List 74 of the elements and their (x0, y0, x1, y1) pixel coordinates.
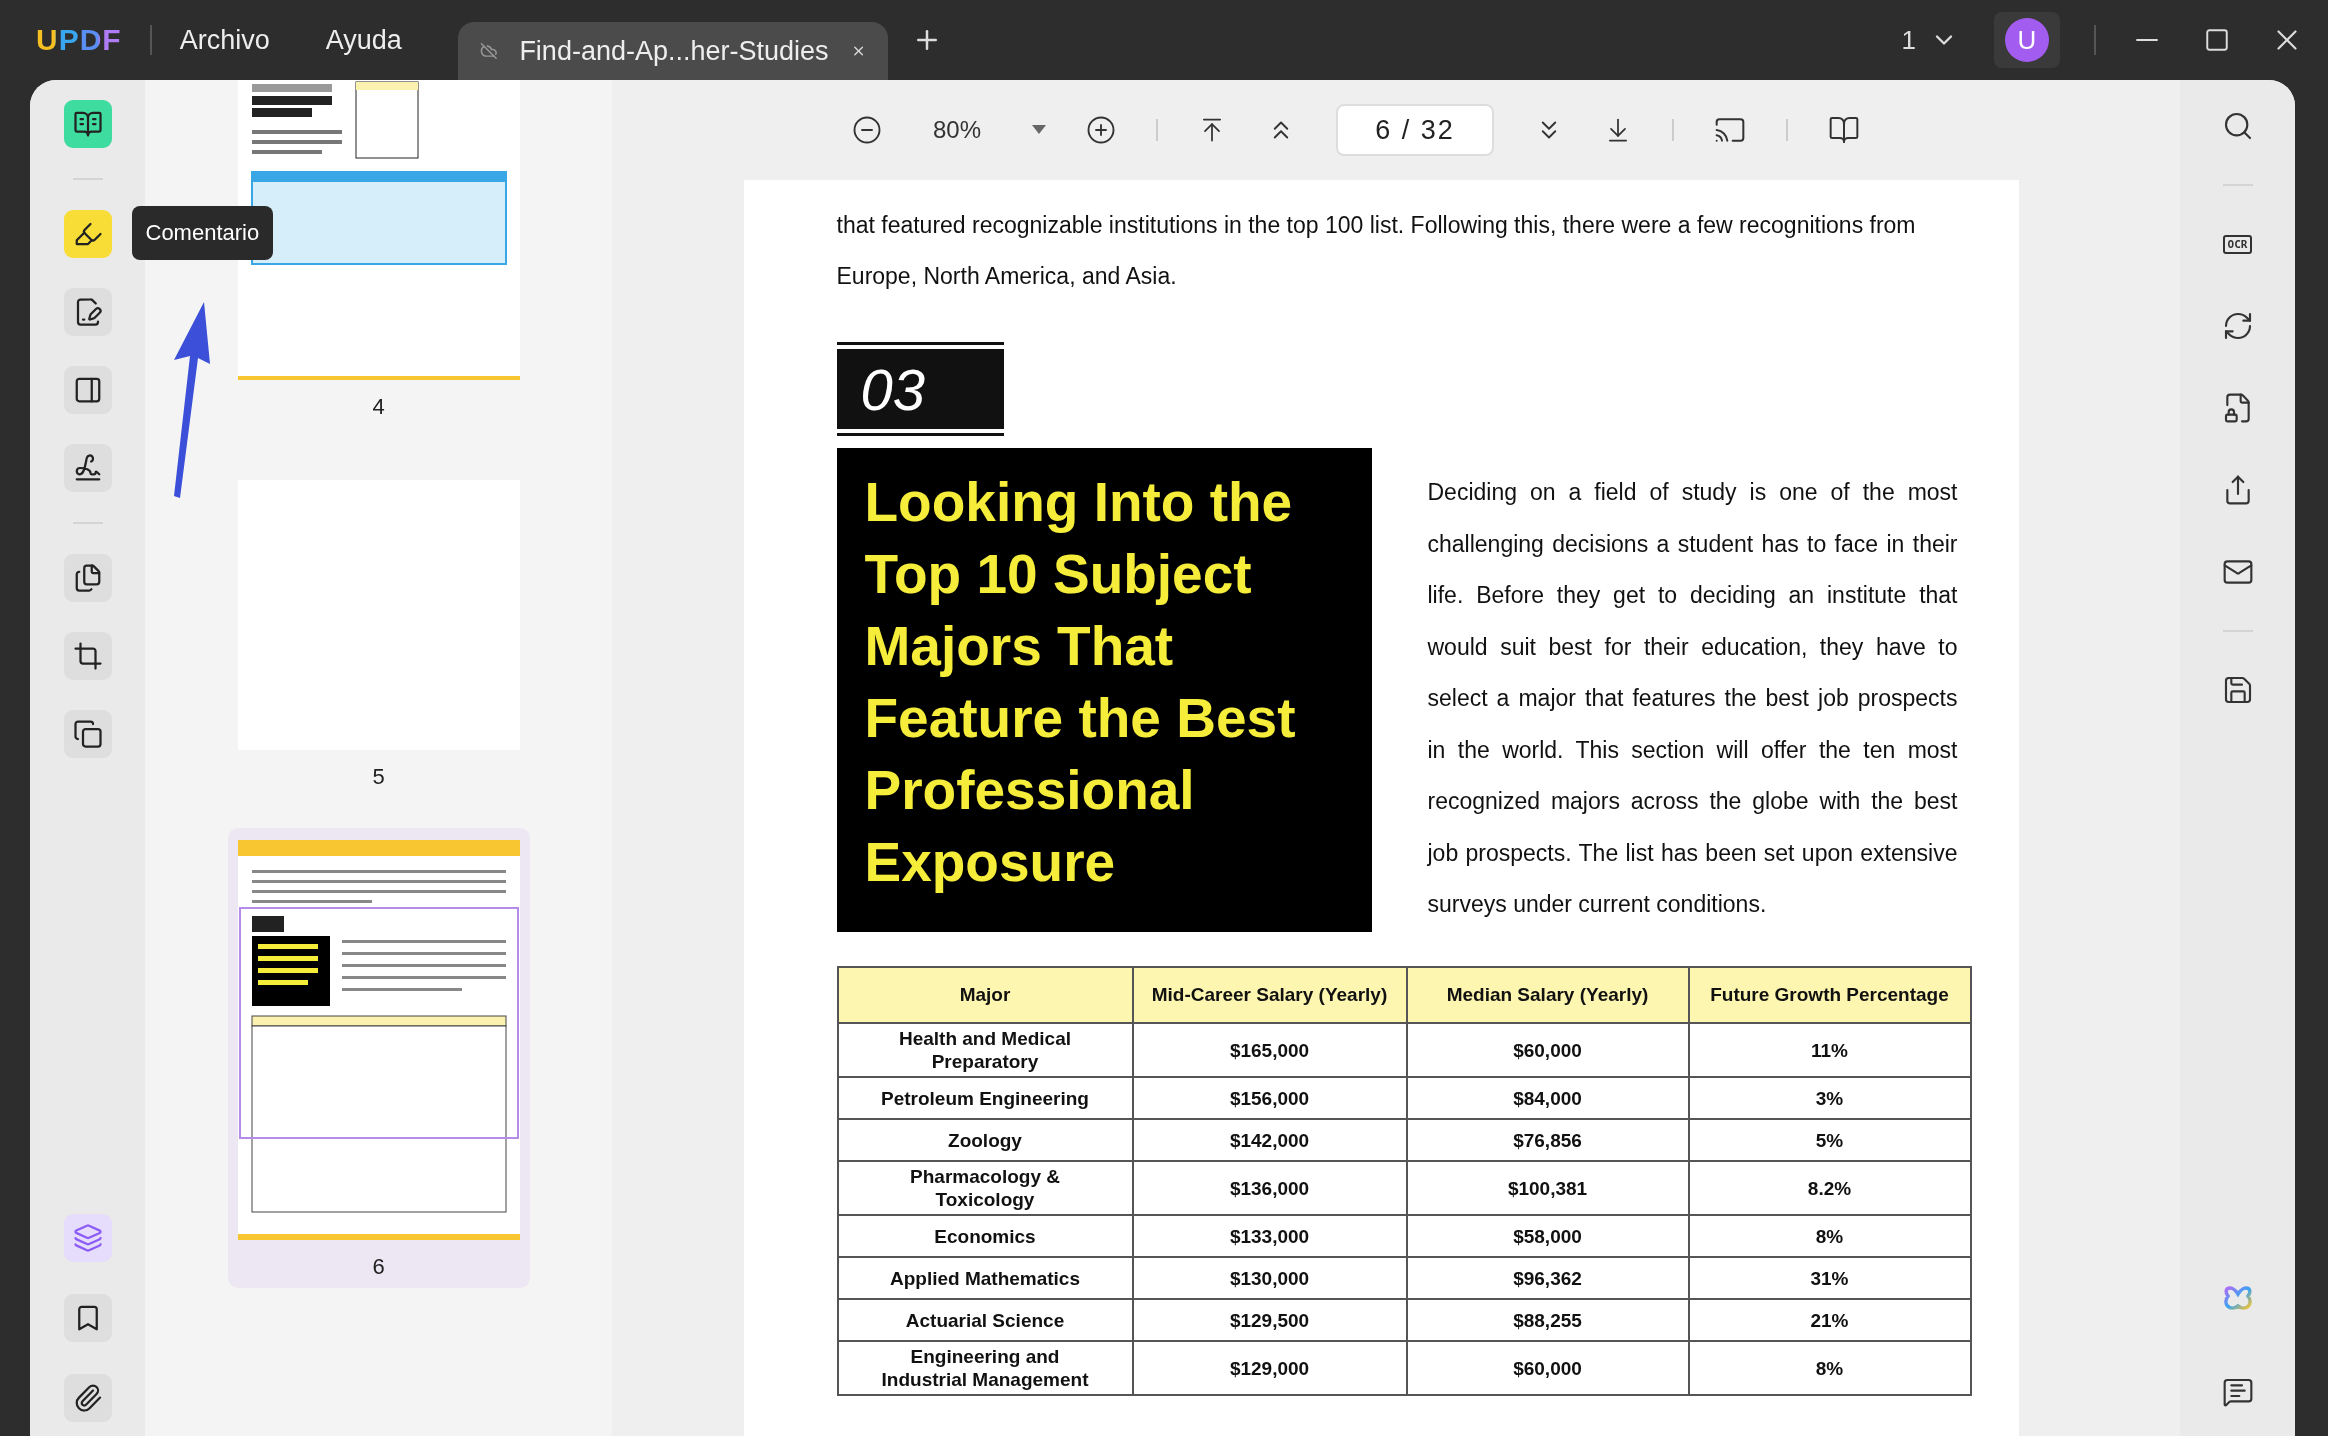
page-layout-icon[interactable] (1828, 114, 1860, 146)
table-cell: $100,381 (1406, 1161, 1689, 1215)
table-cell: 5% (1688, 1119, 1971, 1161)
table-cell: Engineering and Industrial Management (837, 1341, 1133, 1395)
layers-tool[interactable] (63, 1214, 112, 1262)
column-header: Future Growth Percentage (1688, 967, 1971, 1023)
table-cell: $133,000 (1132, 1215, 1407, 1257)
menu-item[interactable]: Ayuda (325, 24, 402, 56)
table-cell: $58,000 (1406, 1215, 1689, 1257)
page-number: 4 (372, 394, 385, 420)
menu-item[interactable]: Archivo (179, 24, 270, 56)
column-header: Median Salary (Yearly) (1406, 967, 1689, 1023)
table-cell: 8% (1688, 1341, 1971, 1395)
page-number: 5 (372, 764, 385, 790)
tooltip: Comentario (131, 206, 274, 260)
organize-tool[interactable] (63, 554, 112, 602)
column-header: Mid-Career Salary (Yearly) (1132, 967, 1407, 1023)
account-button[interactable]: U (1994, 12, 2060, 68)
table-cell: Economics (837, 1215, 1133, 1257)
watermark-tool[interactable] (63, 710, 112, 758)
table-cell: $130,000 (1132, 1257, 1407, 1299)
maximize-icon[interactable] (2204, 27, 2230, 53)
zoom-level[interactable]: 80% (922, 116, 992, 144)
table-cell: Zoology (837, 1119, 1133, 1161)
page-thumbnail[interactable] (237, 840, 520, 1240)
paragraph: that featured recognizable institutions in the top 100 list. Following this, there were a few recognitions from Europe, North America, and Asia. (836, 211, 1917, 291)
table-cell: 8.2% (1688, 1161, 1971, 1215)
table-cell: 3% (1688, 1077, 1971, 1119)
table-cell: 11% (1688, 1023, 1971, 1077)
table-cell: $142,000 (1132, 1119, 1407, 1161)
book-icon (72, 109, 103, 139)
table-cell: $129,000 (1132, 1341, 1407, 1395)
table-cell: 8% (1688, 1215, 1971, 1257)
layers-icon (72, 1223, 103, 1253)
column-header: Major (837, 967, 1133, 1023)
table-cell: $156,000 (1132, 1077, 1407, 1119)
table-cell: Actuarial Science (837, 1299, 1133, 1341)
ocr-tool[interactable]: OCR (2213, 220, 2262, 268)
section-heading: Looking Into the Top 10 Subject Majors That Feature the Best Professional Exposure (864, 470, 1297, 895)
edit-tool[interactable] (63, 288, 112, 336)
paragraph: Deciding on a field of study is one of the most challenging decisions a student has to face in their life. Before they get to deciding an institute that would suit best for their education, they have to select a major that features the best job prospects in the world. This section will offer the ten most recognized majors across the globe with the best job prospects. The list has been set upon extensive surveys under current conditions. (1427, 478, 1958, 920)
table-cell: Pharmacology & Toxicology (837, 1161, 1133, 1215)
table-cell: $96,362 (1406, 1257, 1689, 1299)
crop-tool[interactable] (63, 632, 112, 680)
table-cell: $165,000 (1132, 1023, 1407, 1077)
zoom-in-icon[interactable] (1086, 115, 1116, 145)
page-field[interactable]: 6 / 32 (1336, 104, 1494, 156)
form-tool[interactable] (63, 366, 112, 414)
bookmark-tool[interactable] (63, 1294, 112, 1342)
sign-tool[interactable] (63, 444, 112, 492)
table-cell: Health and Medical Preparatory (837, 1023, 1133, 1077)
comment-icon (2221, 1376, 2254, 1408)
table-cell: $129,500 (1132, 1299, 1407, 1341)
dropdown-caret-icon[interactable] (1032, 125, 1046, 135)
table-cell: 21% (1688, 1299, 1971, 1341)
crop-icon (72, 641, 103, 671)
table-cell: Applied Mathematics (837, 1257, 1133, 1299)
page-number: 6 (372, 1254, 385, 1280)
copy-icon (72, 719, 103, 749)
window-count-number: 1 (1901, 24, 1916, 56)
window-count[interactable]: 1 (1901, 24, 1958, 56)
document-tab[interactable]: Find-and-Ap...her-Studies (457, 22, 888, 80)
table-cell: 31% (1688, 1257, 1971, 1299)
attachment-tool[interactable] (63, 1374, 112, 1422)
table-cell: $88,255 (1406, 1299, 1689, 1341)
avatar: U (2005, 18, 2049, 62)
table-cell: $60,000 (1406, 1341, 1689, 1395)
reader-tool[interactable] (63, 100, 112, 148)
table-cell: $84,000 (1406, 1077, 1689, 1119)
zoom-out-icon[interactable] (852, 115, 882, 145)
table-cell: Petroleum Engineering (837, 1077, 1133, 1119)
table-cell: $136,000 (1132, 1161, 1407, 1215)
table-cell: $60,000 (1406, 1023, 1689, 1077)
table-cell: $76,856 (1406, 1119, 1689, 1161)
